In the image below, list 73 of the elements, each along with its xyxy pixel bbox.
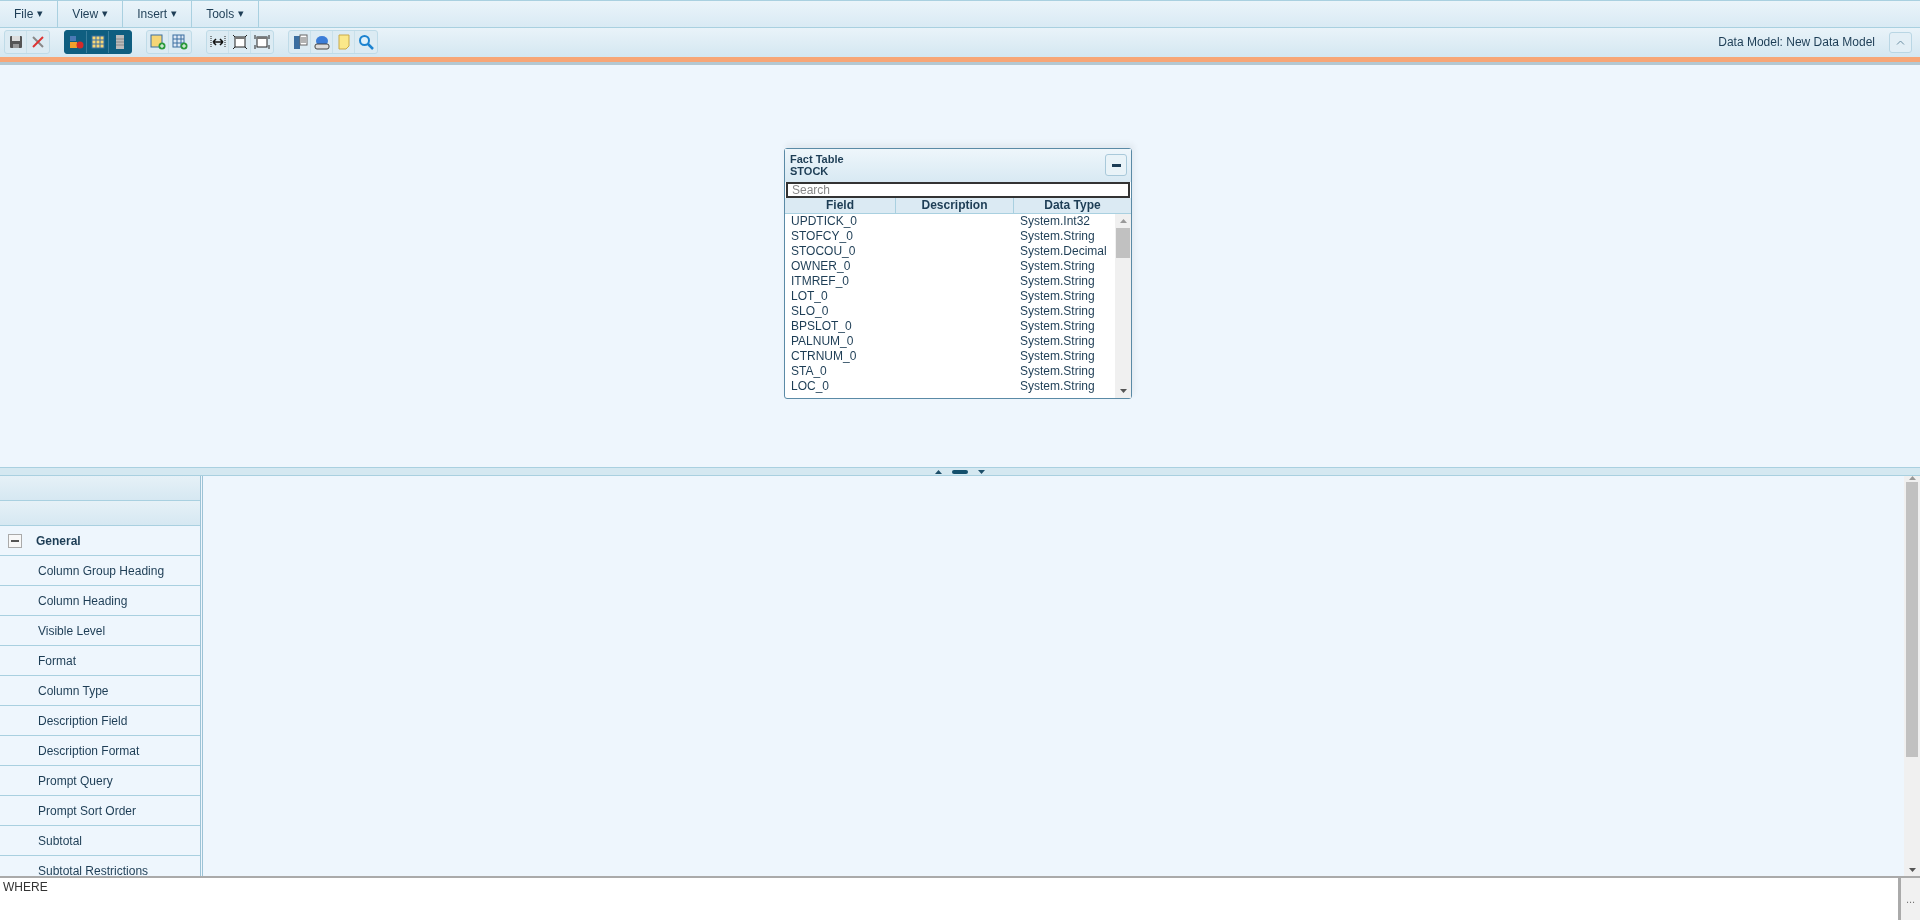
- add-table-button[interactable]: [147, 31, 169, 54]
- fit-window-icon: [231, 34, 248, 51]
- property-item[interactable]: Column Heading: [0, 593, 128, 608]
- table-cell-text: System.String: [1020, 333, 1096, 349]
- property-item[interactable]: Description Field: [0, 713, 128, 728]
- chevron-up-icon: [1896, 39, 1905, 45]
- add-table-icon: [149, 34, 166, 51]
- fit-width-button[interactable]: [207, 31, 229, 54]
- table-cell-text: UPDTICK_0: [791, 213, 859, 229]
- search-icon: [358, 34, 374, 51]
- table-cell-text: OWNER_0: [791, 258, 852, 274]
- property-item[interactable]: Column Group Heading: [0, 563, 165, 578]
- scroll-thumb[interactable]: [1116, 227, 1130, 258]
- note-icon: [335, 34, 352, 51]
- grid-icon: [89, 34, 106, 51]
- table-cell-text: System.String: [1020, 288, 1096, 304]
- table-cell-text: System.Decimal: [1020, 243, 1108, 259]
- where-field[interactable]: WHERE: [0, 876, 1898, 920]
- table-cell-text: LOC_0: [791, 378, 831, 394]
- save-icon: [7, 34, 24, 51]
- property-item[interactable]: Description Format: [0, 743, 140, 758]
- menu-item[interactable]: View ▾: [58, 1, 124, 27]
- table-card[interactable]: [784, 147, 1132, 399]
- table-cell-text: STOCOU_0: [791, 243, 857, 259]
- table-cell-text: CTRNUM_0: [791, 348, 858, 364]
- minimize-button[interactable]: [1105, 154, 1127, 177]
- table-cell-text: STA_0: [791, 363, 828, 379]
- table-name: STOCK: [790, 165, 830, 178]
- scrollbar[interactable]: [1904, 476, 1920, 877]
- table-kind-label: Fact Table: [790, 153, 844, 166]
- table-cell-text: System.String: [1020, 303, 1096, 319]
- table-cell-text: PALNUM_0: [791, 333, 855, 349]
- table-cell-text: System.String: [1020, 228, 1096, 244]
- table-cell-text: System.String: [1020, 363, 1096, 379]
- browse-button[interactable]: ...: [1898, 876, 1920, 920]
- table-cell-text: System.String: [1020, 273, 1096, 289]
- column-header[interactable]: Field: [785, 197, 896, 213]
- table-cell-text: ITMREF_0: [791, 273, 850, 289]
- table-cell-text: System.String: [1020, 258, 1096, 274]
- collapse-toggle[interactable]: [8, 533, 22, 548]
- table-cell-text: System.String: [1020, 378, 1096, 394]
- data-model-label: Data Model: New Data Model: [1718, 35, 1875, 50]
- property-item[interactable]: Prompt Sort Order: [0, 803, 137, 818]
- fit-height-icon: [254, 34, 270, 51]
- scroll-down-icon[interactable]: [1908, 868, 1916, 873]
- scroll-up-icon[interactable]: [1119, 218, 1127, 223]
- scrollbar[interactable]: [1115, 213, 1131, 398]
- add-grid-icon: [172, 34, 188, 51]
- menu-item[interactable]: Tools ▾: [192, 1, 260, 27]
- minus-icon: [11, 539, 19, 542]
- minus-icon: [1111, 163, 1121, 167]
- property-item[interactable]: Format: [0, 653, 76, 668]
- group-label: General: [36, 533, 81, 548]
- table-cell-text: System.String: [1020, 318, 1096, 334]
- property-item[interactable]: Prompt Query: [0, 773, 113, 788]
- table-cell-text: System.Int32: [1020, 213, 1092, 229]
- scroll-down-icon[interactable]: [1119, 388, 1127, 393]
- column-header[interactable]: Data Type: [1014, 197, 1131, 213]
- menu-item[interactable]: Insert ▾: [123, 1, 193, 27]
- table-cell-text: BPSLOT_0: [791, 318, 853, 334]
- drag-handle-icon[interactable]: [952, 469, 968, 474]
- property-item[interactable]: Subtotal: [0, 833, 83, 848]
- table-cell-text: SLO_0: [791, 303, 830, 319]
- column-header[interactable]: Description: [896, 197, 1014, 213]
- menu-item[interactable]: File ▾: [0, 1, 59, 27]
- property-item[interactable]: Visible Level: [0, 623, 106, 638]
- scroll-thumb[interactable]: [1906, 482, 1918, 758]
- table-cell-text: System.String: [1020, 348, 1096, 364]
- property-item[interactable]: Subtotal Restrictions: [0, 863, 149, 877]
- table-cell-text: STOFCY_0: [791, 228, 854, 244]
- property-item[interactable]: Column Type: [0, 683, 109, 698]
- shapes-icon: [67, 34, 84, 51]
- table-cell-text: LOT_0: [791, 288, 829, 304]
